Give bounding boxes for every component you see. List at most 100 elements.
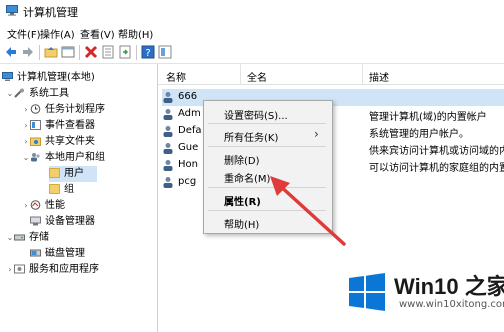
- export-list-icon[interactable]: [101, 45, 115, 59]
- refresh-icon[interactable]: [118, 45, 132, 59]
- tree-item-task-scheduler[interactable]: › 任务计划程序: [22, 102, 105, 118]
- chevron-right-icon[interactable]: ›: [22, 102, 30, 118]
- column-header-description[interactable]: 描述: [369, 69, 389, 84]
- folder-icon: [49, 184, 60, 194]
- window-title: 计算机管理: [23, 6, 78, 19]
- column-header-name[interactable]: 名称: [166, 69, 186, 84]
- tree-label: 用户: [64, 168, 84, 179]
- user-icon: [163, 92, 173, 103]
- menu-help[interactable]: 帮助(H): [118, 26, 153, 41]
- tree-item-performance[interactable]: › 性能: [22, 198, 65, 214]
- submenu-arrow-icon: ›: [314, 127, 319, 141]
- tree-label: 服务和应用程序: [29, 264, 99, 275]
- tree-item-services-apps[interactable]: › 服务和应用程序: [6, 262, 99, 278]
- menu-item-properties[interactable]: 属性(R): [224, 193, 261, 208]
- tree-item-event-viewer[interactable]: › 事件查看器: [22, 118, 95, 134]
- menu-separator: [208, 123, 326, 124]
- chevron-right-icon[interactable]: ›: [22, 134, 30, 150]
- tree-label: 组: [64, 184, 74, 195]
- tree-label: 计算机管理(本地): [17, 72, 95, 83]
- annotation-arrow: [270, 176, 346, 246]
- tree-label: 存储: [29, 232, 49, 243]
- chevron-right-icon[interactable]: ›: [22, 198, 30, 214]
- user-description: 可以访问计算机的家庭组的内置: [369, 163, 504, 174]
- column-header-fullname[interactable]: 全名: [247, 69, 267, 84]
- watermark-url: www.win10xitong.com: [399, 299, 504, 310]
- folder-icon: [49, 168, 60, 178]
- storage-icon: [14, 234, 25, 241]
- user-name: Hon: [178, 159, 198, 170]
- computer-management-icon: [2, 72, 13, 81]
- tree-item-storage[interactable]: ⌄ 存储: [6, 230, 49, 246]
- event-viewer-icon: [30, 120, 41, 130]
- chevron-down-icon[interactable]: ⌄: [22, 150, 30, 166]
- tree-label: 共享文件夹: [45, 136, 95, 147]
- user-name: Adm: [178, 108, 201, 119]
- menu-item-set-password[interactable]: 设置密码(S)...: [224, 107, 288, 122]
- back-arrow-icon[interactable]: [4, 45, 18, 59]
- svg-text:?: ?: [145, 48, 150, 59]
- user-name: 666: [178, 91, 198, 102]
- user-description: 管理计算机(域)的内置帐户: [369, 112, 487, 123]
- menu-file[interactable]: 文件(F): [7, 26, 41, 41]
- properties-icon[interactable]: [61, 45, 75, 59]
- chevron-down-icon[interactable]: ⌄: [6, 230, 14, 246]
- menu-action[interactable]: 操作(A): [40, 26, 75, 41]
- user-icon: [163, 126, 173, 137]
- tree-label: 本地用户和组: [45, 152, 105, 163]
- services-icon: [14, 264, 25, 274]
- forward-arrow-icon[interactable]: [21, 45, 35, 59]
- user-icon: [163, 160, 173, 171]
- menu-item-help[interactable]: 帮助(H): [224, 216, 259, 231]
- menu-view[interactable]: 查看(V): [80, 26, 115, 41]
- list-header: [158, 64, 504, 85]
- computer-management-icon: [6, 5, 18, 16]
- user-icon: [163, 109, 173, 120]
- user-name: Gue: [178, 142, 199, 153]
- menu-item-all-tasks[interactable]: 所有任务(K): [224, 129, 278, 144]
- tree-item-root[interactable]: 计算机管理(本地): [2, 70, 95, 86]
- column-divider[interactable]: [240, 64, 241, 84]
- user-name: pcg: [178, 176, 197, 187]
- tree-label: 任务计划程序: [45, 104, 105, 115]
- tree-label: 系统工具: [29, 88, 69, 99]
- user-name: Defa: [178, 125, 202, 136]
- toolbar-separator: [136, 45, 137, 60]
- user-description: 系统管理的用户帐户。: [369, 129, 469, 140]
- shared-folder-icon: [30, 137, 41, 146]
- user-icon: [163, 177, 173, 188]
- chevron-right-icon[interactable]: ›: [6, 262, 14, 278]
- tree-item-users[interactable]: 用户: [49, 166, 97, 182]
- tree-label: 性能: [45, 200, 65, 211]
- tree-item-groups[interactable]: 组: [49, 182, 74, 198]
- watermark-title: Win10 之家: [394, 274, 504, 299]
- users-icon: [31, 153, 40, 162]
- menu-separator: [208, 146, 326, 147]
- chevron-right-icon[interactable]: ›: [22, 118, 30, 134]
- tree-label: 事件查看器: [45, 120, 95, 131]
- toolbar: [0, 42, 504, 64]
- show-hide-icon[interactable]: [158, 45, 172, 59]
- tree-item-disk-management[interactable]: 磁盘管理: [30, 246, 85, 262]
- toolbar-separator: [39, 45, 40, 60]
- tree-item-local-users-groups[interactable]: ⌄ 本地用户和组: [22, 150, 105, 166]
- tree-item-system-tools[interactable]: ⌄ 系统工具: [6, 86, 69, 102]
- user-icon: [163, 143, 173, 154]
- chevron-down-icon[interactable]: ⌄: [6, 86, 14, 102]
- tools-icon: [14, 88, 24, 98]
- tree-item-shared-folders[interactable]: › 共享文件夹: [22, 134, 95, 150]
- tree-label: 设备管理器: [45, 216, 95, 227]
- help-icon[interactable]: ?: [141, 45, 155, 59]
- folder-up-icon[interactable]: [44, 45, 58, 59]
- disk-icon: [30, 249, 41, 257]
- toolbar-separator: [79, 45, 80, 60]
- menu-bar: [0, 22, 504, 42]
- delete-icon[interactable]: [84, 45, 98, 59]
- column-divider[interactable]: [362, 64, 363, 84]
- performance-icon: [30, 200, 41, 210]
- tree-label: 磁盘管理: [45, 248, 85, 259]
- tree-item-device-manager[interactable]: 设备管理器: [30, 214, 95, 230]
- user-description: 供来宾访问计算机或访问域的内: [369, 146, 504, 157]
- device-manager-icon: [30, 216, 41, 226]
- menu-item-delete[interactable]: 删除(D): [224, 152, 260, 167]
